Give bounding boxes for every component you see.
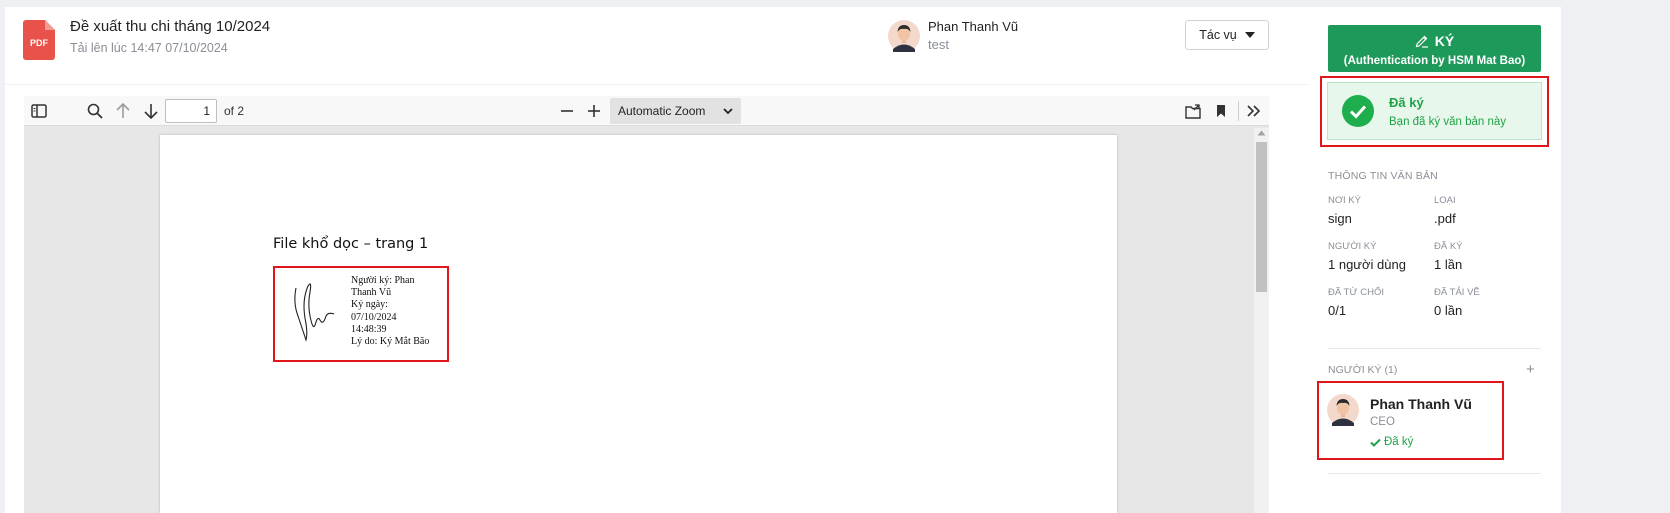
search-icon[interactable] <box>84 96 106 126</box>
uploader-subtitle: test <box>928 37 949 52</box>
check-circle-icon <box>1342 95 1374 127</box>
signature-line: Thanh Vũ <box>351 287 392 299</box>
signer-status: Đã ký <box>1370 436 1413 448</box>
pen-icon <box>1415 35 1428 48</box>
info-value-signers: 1 người dùng <box>1328 257 1406 272</box>
signature-line: Người ký: Phan <box>351 275 415 286</box>
pdf-icon-label: PDF <box>30 38 49 48</box>
signer-avatar <box>1327 394 1359 426</box>
uploader-name: Phan Thanh Vũ <box>928 19 1019 34</box>
add-signer-button[interactable]: + <box>1526 362 1535 378</box>
sidebar-toggle-icon[interactable] <box>28 96 50 126</box>
zoom-in-icon[interactable] <box>583 96 605 126</box>
zoom-select[interactable]: Automatic Zoom <box>610 98 741 124</box>
page-heading: File khổ dọc – trang 1 <box>273 236 429 252</box>
signature-line: Ký ngày: <box>351 299 388 311</box>
tools-menu-icon[interactable] <box>1243 96 1265 126</box>
info-value-type: .pdf <box>1434 211 1456 226</box>
open-file-icon[interactable] <box>1182 96 1204 126</box>
info-label-rejected: ĐÃ TỪ CHỐI <box>1328 287 1384 298</box>
signer-role: CEO <box>1370 416 1395 428</box>
info-value-downloaded: 0 lần <box>1434 303 1463 318</box>
info-label-signers: NGƯỜI KÝ <box>1328 241 1377 252</box>
info-label-sign-place: NƠI KÝ <box>1328 195 1361 206</box>
info-value-signed: 1 lần <box>1434 257 1463 272</box>
signature-line: 14:48:39 <box>351 323 387 335</box>
signed-status-title: Đã ký <box>1389 95 1424 110</box>
info-value-rejected: 0/1 <box>1328 303 1347 318</box>
sign-button[interactable]: KÝ (Authentication by HSM Mat Bao) <box>1328 25 1541 72</box>
previous-page-icon[interactable] <box>112 96 134 126</box>
document-title: Đề xuất thu chi tháng 10/2024 <box>70 18 271 35</box>
signed-status-message: Bạn đã ký văn bản này <box>1389 116 1506 128</box>
chevron-down-icon <box>723 107 733 114</box>
signers-section-title: NGƯỜI KÝ (1) <box>1328 364 1398 376</box>
page-number-input[interactable]: 1 <box>165 99 217 123</box>
info-value-sign-place: sign <box>1328 211 1352 226</box>
upload-time: Tải lên lúc 14:47 07/10/2024 <box>70 41 228 55</box>
scrollbar-thumb[interactable] <box>1256 142 1267 292</box>
checkmark-icon <box>1370 438 1381 447</box>
info-label-downloaded: ĐÃ TẢI VỀ <box>1434 287 1480 298</box>
info-label-type: LOẠI <box>1434 195 1456 206</box>
zoom-out-icon[interactable] <box>556 96 578 126</box>
info-section-title: THÔNG TIN VĂN BẢN <box>1328 170 1438 182</box>
scroll-up-arrow-icon[interactable] <box>1257 130 1266 136</box>
sign-button-subtitle: (Authentication by HSM Mat Bao) <box>1343 55 1526 67</box>
signer-status-label: Đã ký <box>1384 436 1414 448</box>
handwritten-signature <box>294 283 335 342</box>
actions-label: Tác vụ <box>1199 28 1237 42</box>
next-page-icon[interactable] <box>140 96 162 126</box>
signer-name: Phan Thanh Vũ <box>1370 396 1472 412</box>
signature-line: 07/10/2024 <box>351 311 397 323</box>
uploader-avatar <box>888 20 920 52</box>
toolbar-divider <box>1238 101 1239 121</box>
caret-down-icon <box>1244 32 1255 38</box>
sign-button-label: KÝ <box>1434 33 1455 49</box>
page-count: of 2 <box>224 104 245 118</box>
section-divider <box>1328 348 1541 349</box>
zoom-value: Automatic Zoom <box>618 104 706 118</box>
pdf-file-icon: PDF <box>23 20 55 60</box>
section-divider <box>1328 473 1541 474</box>
signature-details: Người ký: Phan Thanh Vũ Ký ngày: 07/10/2… <box>351 275 447 348</box>
bookmark-icon[interactable] <box>1210 96 1232 126</box>
signature-line: Lý do: Ký Mắt Bão <box>351 336 430 348</box>
actions-dropdown-button[interactable]: Tác vụ <box>1185 20 1269 50</box>
info-label-signed: ĐÃ KÝ <box>1434 241 1463 252</box>
